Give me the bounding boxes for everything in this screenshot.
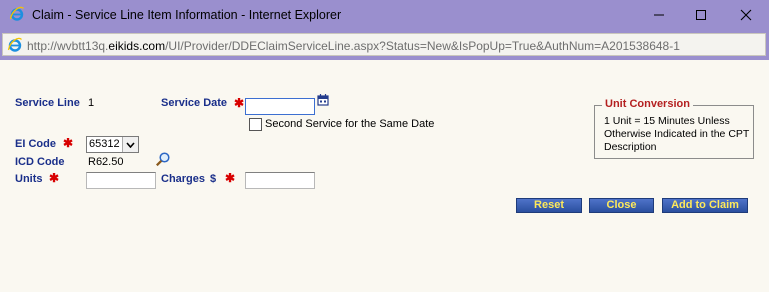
- window-titlebar: Claim - Service Line Item Information - …: [0, 0, 769, 30]
- internet-explorer-icon: [9, 6, 25, 27]
- minimize-button[interactable]: [644, 4, 674, 26]
- service-line-form: Service Line 1 Service Date ✱ Second Ser…: [0, 60, 769, 292]
- service-date-input[interactable]: [245, 98, 315, 115]
- internet-explorer-icon: [7, 37, 23, 58]
- url-domain: eikids.com: [108, 39, 166, 53]
- magnifier-icon[interactable]: [155, 151, 171, 172]
- calendar-icon[interactable]: [317, 93, 331, 112]
- maximize-icon: [696, 10, 706, 20]
- required-marker: ✱: [225, 171, 236, 185]
- second-service-checkbox[interactable]: [249, 118, 262, 131]
- close-button[interactable]: Close: [589, 198, 654, 213]
- address-bar: http://wvbtt13q.eikids.com/UI/Provider/D…: [0, 30, 769, 60]
- close-icon: [740, 9, 752, 21]
- ei-code-label: EI Code: [15, 138, 56, 150]
- address-url: http://wvbtt13q.eikids.com/UI/Provider/D…: [27, 39, 680, 53]
- add-to-claim-button[interactable]: Add to Claim: [662, 198, 748, 213]
- charges-input[interactable]: [245, 172, 315, 189]
- close-window-button[interactable]: [731, 4, 761, 26]
- second-service-label: Second Service for the Same Date: [265, 118, 435, 130]
- charges-label: Charges: [161, 173, 206, 185]
- unit-conversion-title: Unit Conversion: [602, 98, 693, 110]
- charges-currency: $: [210, 173, 217, 185]
- url-path: /UI/Provider/DDEClaimServiceLine.aspx?St…: [165, 39, 680, 53]
- required-marker: ✱: [49, 171, 60, 185]
- icd-code-value: R62.50: [88, 156, 124, 168]
- reset-button[interactable]: Reset: [516, 198, 582, 213]
- units-input[interactable]: [86, 172, 156, 189]
- maximize-button[interactable]: [686, 4, 716, 26]
- minimize-icon: [654, 14, 664, 16]
- service-line-label: Service Line: [15, 97, 80, 109]
- unit-conversion-text: 1 Unit = 15 Minutes Unless Otherwise Ind…: [604, 115, 750, 153]
- url-prefix: http://wvbtt13q.: [27, 39, 109, 53]
- required-marker: ✱: [234, 96, 245, 110]
- units-label: Units: [15, 173, 43, 185]
- window-title: Claim - Service Line Item Information - …: [32, 8, 342, 22]
- icd-code-label: ICD Code: [15, 156, 65, 168]
- address-field[interactable]: http://wvbtt13q.eikids.com/UI/Provider/D…: [2, 33, 766, 56]
- chevron-down-icon[interactable]: [122, 137, 138, 152]
- required-marker: ✱: [63, 136, 74, 150]
- ei-code-selected-value: 65312: [89, 138, 120, 150]
- service-date-label: Service Date: [161, 97, 228, 109]
- service-line-value: 1: [88, 97, 95, 109]
- ei-code-select[interactable]: 65312: [86, 136, 139, 153]
